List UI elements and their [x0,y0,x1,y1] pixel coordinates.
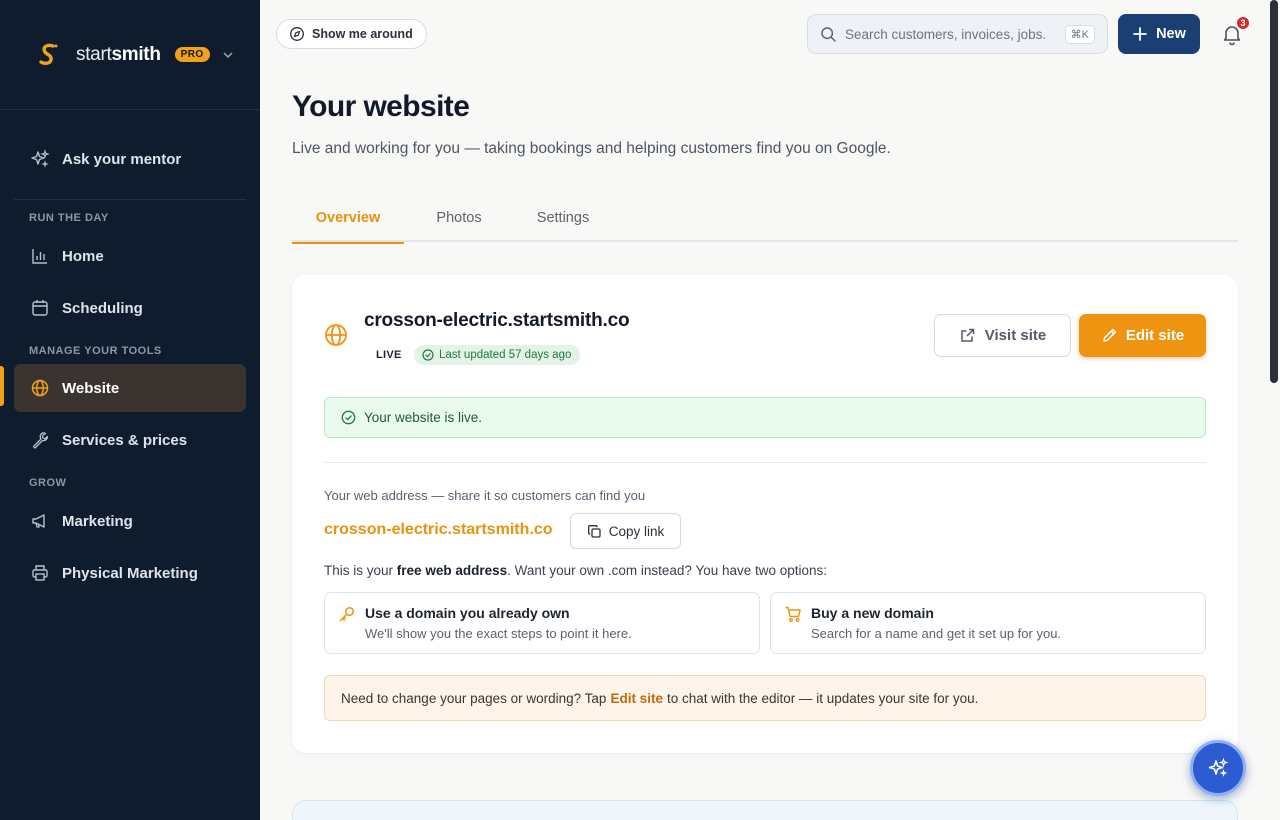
copy-link-label: Copy link [608,523,665,539]
section-run-the-day: RUN THE DAY [29,212,109,224]
key-icon [339,606,355,622]
calendar-icon [32,300,48,316]
live-status-banner: Your website is live. [324,397,1206,438]
startsmith-logo-icon [39,43,58,65]
show-me-around-button[interactable]: Show me around [276,19,427,49]
copy-link-button[interactable]: Copy link [570,513,681,549]
sparkles-icon [1208,757,1229,777]
search-icon [821,26,836,42]
search-shortcut: ⌘K [1064,24,1095,44]
sparkles-icon [31,149,50,168]
live-message: Your website is live. [364,410,483,425]
web-address-label: Your web address — share it so customers… [324,488,646,503]
wrench-icon [32,432,49,449]
sidebar-item-scheduling[interactable]: Scheduling [14,284,246,332]
next-card [292,800,1238,820]
sidebar-item-label: Ask your mentor [62,150,182,168]
sidebar-item-mentor[interactable]: Ask your mentor [14,135,246,183]
globe-icon [325,324,347,346]
sidebar-item-label: Services & prices [62,431,188,449]
sidebar-divider [14,199,246,200]
compass-icon [290,27,304,41]
option-description: We'll show you the exact steps to point … [365,626,632,641]
divider [324,462,1206,463]
pro-badge: PRO [174,47,210,62]
option-title: Buy a new domain [811,605,934,621]
visit-site-label: Visit site [984,327,1047,344]
option-title: Use a domain you already own [365,605,570,621]
web-address-link[interactable]: crosson-electric.startsmith.co [324,521,553,539]
last-updated-badge: Last updated 57 days ago [414,345,581,365]
page-subtitle: Live and working for you — taking bookin… [292,140,891,157]
plus-icon [1133,27,1147,41]
bar-chart-icon [32,249,47,264]
sidebar-item-label: Physical Marketing [62,564,198,582]
printer-icon [32,565,48,581]
notification-badge: 3 [1236,16,1250,30]
visit-site-button[interactable]: Visit site [934,314,1071,357]
check-circle-icon [341,410,356,425]
page-title: Your website [292,90,470,123]
sidebar-item-label: Scheduling [62,299,143,317]
sidebar-item-marketing[interactable]: Marketing [14,497,246,545]
search-input[interactable] [845,26,1045,42]
pencil-icon [1103,328,1116,342]
tab-bar: Overview Photos Settings [292,194,1238,244]
sidebar-item-website[interactable]: Website [14,364,246,412]
section-grow: GROW [29,477,67,489]
chevron-down-icon[interactable] [222,49,234,61]
free-address-text: This is your free web address. Want your… [324,563,828,578]
external-link-icon [961,328,975,342]
tab-settings[interactable]: Settings [520,194,606,242]
check-circle-icon [422,349,434,361]
tab-photos[interactable]: Photos [414,194,504,242]
globe-icon [31,379,49,397]
sidebar-item-services[interactable]: Services & prices [14,416,246,464]
edit-site-label: Edit site [1125,327,1185,344]
tour-label: Show me around [312,27,413,41]
last-updated-text: Last updated 57 days ago [439,349,572,361]
status-badge: LIVE [376,349,402,361]
sidebar: startsmith PRO Ask your mentor RUN THE D… [0,0,260,820]
brand-name: startsmith [76,43,161,65]
website-card: crosson-electric.startsmith.co LIVE Last… [292,275,1238,753]
megaphone-icon [32,514,45,528]
sidebar-item-label: Home [62,247,104,265]
sidebar-item-label: Website [62,379,120,397]
scrollbar[interactable] [1270,0,1278,383]
option-buy-domain[interactable]: Buy a new domain Search for a name and g… [770,592,1206,654]
tab-overview[interactable]: Overview [292,194,404,244]
option-description: Search for a name and get it set up for … [811,626,1062,641]
copy-icon [587,524,601,538]
edit-help-note: Need to change your pages or wording? Ta… [324,675,1206,721]
edit-site-button[interactable]: Edit site [1079,314,1206,357]
assistant-fab-button[interactable] [1190,740,1246,796]
new-label: New [1156,26,1186,42]
sidebar-item-label: Marketing [62,512,133,530]
search-bar[interactable]: ⌘K [807,14,1108,54]
section-manage-your-tools: MANAGE YOUR TOOLS [29,345,162,357]
sidebar-item-home[interactable]: Home [14,232,246,280]
active-indicator [0,366,4,406]
new-button[interactable]: New [1118,14,1200,54]
brand[interactable]: startsmith PRO [0,0,260,110]
sidebar-item-physical-marketing[interactable]: Physical Marketing [14,549,246,597]
site-domain-title: crosson-electric.startsmith.co [364,310,630,331]
option-existing-domain[interactable]: Use a domain you already own We'll show … [324,592,760,654]
cart-icon [785,606,801,622]
